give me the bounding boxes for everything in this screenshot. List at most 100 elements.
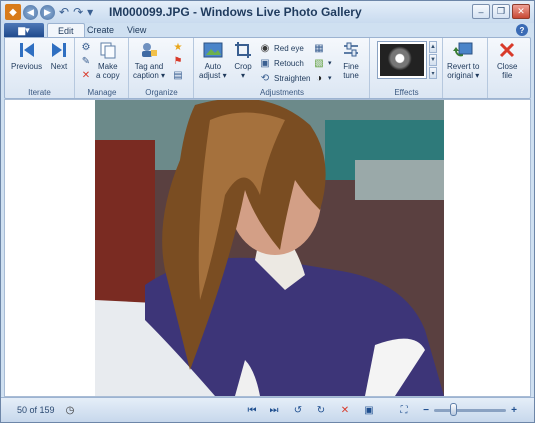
photo-gallery-icon[interactable]: ◆ xyxy=(5,4,21,20)
rate-button[interactable]: ★ xyxy=(172,41,187,53)
group-revert: Revert to original ▾ xyxy=(444,38,488,98)
contrast-icon: ◑ xyxy=(315,72,323,84)
tab-view[interactable]: View xyxy=(117,23,156,37)
retouch-icon: ▣ xyxy=(260,57,270,69)
close-file-icon xyxy=(497,40,517,60)
zoom-slider-thumb[interactable] xyxy=(450,403,457,416)
redo-icon[interactable]: ↷ xyxy=(73,5,83,19)
black-white-button[interactable]: ◑ ▾ xyxy=(313,72,332,84)
undo-icon[interactable]: ↶ xyxy=(59,5,69,19)
window-controls: – ❐ ✕ xyxy=(472,4,530,19)
straighten-button[interactable]: ⟲ Straighten xyxy=(259,72,311,84)
retouch-label: Retouch xyxy=(274,58,304,68)
window-title: IM000099.JPG - Windows Live Photo Galler… xyxy=(109,5,362,19)
tag-person-icon xyxy=(139,40,159,60)
properties-icon: ⚙ xyxy=(81,41,91,53)
fine-tune-label-1: Fine xyxy=(343,62,359,71)
date-taken-icon[interactable]: ◷ xyxy=(63,403,77,417)
ribbon: Previous Next Iterate ⚙ ✎ ✕ Make a copy … xyxy=(4,37,531,99)
previous-label: Previous xyxy=(11,62,43,71)
close-button[interactable]: ✕ xyxy=(512,4,530,19)
title-bar: ◆ ◀ ▶ ↶ ↷ ▾ IM000099.JPG - Windows Live … xyxy=(1,1,534,23)
flag-icon: ⚑ xyxy=(173,55,183,67)
previous-button[interactable]: Previous xyxy=(11,40,42,71)
straighten-icon: ⟲ xyxy=(260,72,270,84)
group-close-file: Close file xyxy=(489,38,531,98)
effects-scroll-up-icon[interactable]: ▲ xyxy=(429,41,437,53)
zoom-out-icon[interactable]: − xyxy=(419,403,433,417)
group-organize: Tag and caption ▾ ★ ⚑ ▤ Organize xyxy=(130,38,194,98)
group-manage: ⚙ ✎ ✕ Make a copy Manage xyxy=(76,38,129,98)
auto-adjust-label-1: Auto xyxy=(204,62,222,71)
auto-adjust-icon xyxy=(203,40,223,60)
rotate-left-icon[interactable]: ↺ xyxy=(291,403,305,417)
ribbon-tab-row: ▆▾ Edit Create View ? xyxy=(1,23,534,37)
photo-count: 50 of 159 xyxy=(17,405,55,415)
maximize-button[interactable]: ❐ xyxy=(492,4,510,19)
fine-tune-button[interactable]: Fine tune xyxy=(341,40,361,80)
exposure-button[interactable]: ▦ xyxy=(313,42,328,54)
help-icon[interactable]: ? xyxy=(516,24,528,36)
photo-viewer xyxy=(4,99,531,397)
zoom-slider-track[interactable] xyxy=(434,409,506,412)
make-copy-button[interactable]: Make a copy xyxy=(96,40,120,80)
crop-icon xyxy=(233,40,253,60)
group-label-iterate: Iterate xyxy=(28,88,51,97)
revert-to-original-button[interactable]: Revert to original ▾ xyxy=(447,40,479,80)
previous-photo-icon[interactable]: ⏮ xyxy=(245,403,259,417)
tag-caption-button[interactable]: Tag and caption ▾ xyxy=(133,40,165,80)
make-copy-label-2: a copy xyxy=(96,71,120,80)
info-pane-icon: ▤ xyxy=(173,69,183,81)
zoom-in-icon[interactable]: + xyxy=(507,403,521,417)
effects-gallery-scroll: ▲ ▼ ▾ xyxy=(429,41,437,79)
tag-caption-label-2: caption ▾ xyxy=(133,71,166,80)
next-photo-icon[interactable]: ⏭ xyxy=(267,403,281,417)
actual-size-icon[interactable]: ⛶ xyxy=(397,403,411,417)
star-icon: ★ xyxy=(173,41,183,53)
exposure-icon: ▦ xyxy=(314,42,324,54)
color-button[interactable]: ▧ ▾ xyxy=(313,57,332,69)
delete-photo-icon[interactable]: ✕ xyxy=(338,403,352,417)
revert-label-2: original ▾ xyxy=(447,71,480,80)
group-label-organize: Organize xyxy=(145,88,178,97)
slideshow-icon[interactable]: ▣ xyxy=(362,403,376,417)
minimize-button[interactable]: – xyxy=(472,4,490,19)
previous-icon xyxy=(17,40,37,60)
sliders-icon xyxy=(341,40,361,60)
back-icon[interactable]: ◀ xyxy=(23,4,38,20)
rename-button[interactable]: ✎ xyxy=(80,55,95,67)
properties-button[interactable]: ⚙ xyxy=(80,41,95,53)
group-iterate: Previous Next Iterate xyxy=(5,38,75,98)
group-label-adjustments: Adjustments xyxy=(259,88,305,97)
effects-scroll-down-icon[interactable]: ▼ xyxy=(429,54,437,66)
auto-adjust-button[interactable]: Auto adjust ▾ xyxy=(199,40,227,80)
group-adjustments: Auto adjust ▾ Crop ▾ ◉ Red eye ▣ Retouch… xyxy=(195,38,370,98)
fine-tune-label-2: tune xyxy=(343,71,359,80)
red-eye-button[interactable]: ◉ Red eye xyxy=(259,42,304,54)
photo[interactable] xyxy=(95,100,444,396)
color-dropdown-icon: ▾ xyxy=(328,60,332,67)
crop-label-1: Crop xyxy=(234,62,252,71)
rotate-right-icon[interactable]: ↻ xyxy=(314,403,328,417)
photo-gallery-window: ◆ ◀ ▶ ↶ ↷ ▾ IM000099.JPG - Windows Live … xyxy=(0,0,535,423)
make-copy-label-1: Make xyxy=(98,62,118,71)
crop-label-2: ▾ xyxy=(240,71,245,80)
effects-gallery-thumbnail[interactable] xyxy=(377,41,427,79)
close-file-button[interactable]: Close file xyxy=(497,40,517,80)
delete-button[interactable]: ✕ xyxy=(80,69,95,81)
straighten-label: Straighten xyxy=(274,73,311,83)
close-file-label-2: file xyxy=(502,71,513,80)
retouch-button[interactable]: ▣ Retouch xyxy=(259,57,304,69)
contrast-dropdown-icon: ▾ xyxy=(328,75,332,82)
next-label: Next xyxy=(50,62,68,71)
next-button[interactable]: Next xyxy=(49,40,69,71)
info-pane-button[interactable]: ▤ xyxy=(172,69,187,81)
flag-button[interactable]: ⚑ xyxy=(172,55,187,67)
effects-expand-icon[interactable]: ▾ xyxy=(429,67,437,79)
quick-access-dropdown-icon[interactable]: ▾ xyxy=(87,5,93,19)
group-label-manage: Manage xyxy=(87,88,117,97)
app-menu-button[interactable]: ▆▾ xyxy=(4,23,44,37)
forward-icon[interactable]: ▶ xyxy=(40,4,55,20)
group-effects: ▲ ▼ ▾ Effects xyxy=(371,38,443,98)
crop-button[interactable]: Crop ▾ xyxy=(233,40,253,80)
